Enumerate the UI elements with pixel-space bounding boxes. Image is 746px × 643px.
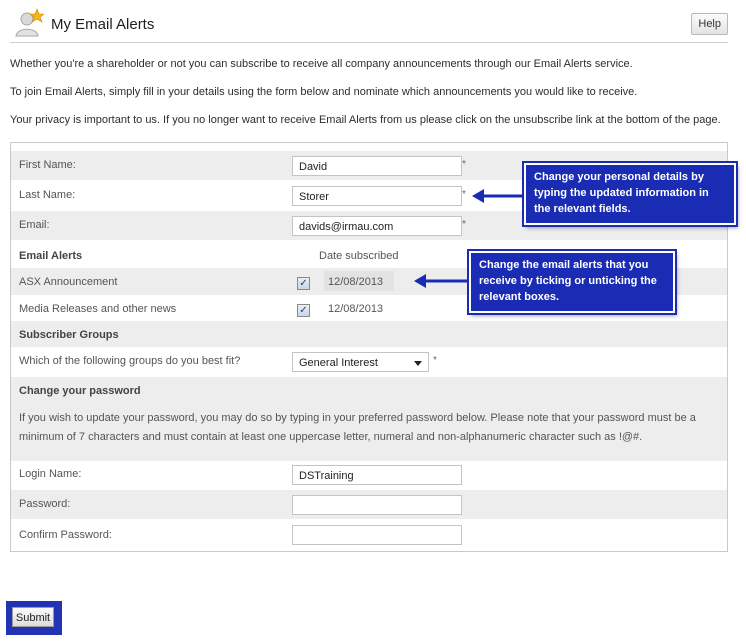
submit-button[interactable]: Submit (12, 607, 54, 627)
group-question-label: Which of the following groups do you bes… (19, 355, 241, 367)
login-name-label: Login Name: (19, 468, 82, 480)
group-select[interactable]: General Interest (292, 352, 429, 372)
last-name-label: Last Name: (19, 189, 76, 201)
email-label: Email: (19, 219, 50, 231)
user-star-icon (15, 8, 44, 37)
chevron-down-icon (414, 361, 422, 366)
password-input[interactable] (292, 495, 462, 515)
checkbox-icon[interactable]: ✓ (297, 304, 310, 317)
confirm-password-input[interactable] (292, 525, 462, 545)
confirm-password-label: Confirm Password: (19, 529, 112, 541)
subscriber-groups-heading: Subscriber Groups (19, 329, 119, 341)
last-name-input[interactable]: Storer (292, 186, 462, 206)
arrow-left-icon (414, 274, 468, 288)
intro-text-2: To join Email Alerts, simply fill in you… (10, 86, 638, 98)
required-mark: * (462, 189, 466, 200)
page-header: My Email Alerts Help (10, 6, 728, 43)
help-button[interactable]: Help (691, 13, 728, 35)
alert-date-asx: 12/08/2013 (328, 276, 384, 288)
email-alerts-heading: Email Alerts (19, 250, 83, 262)
intro-text-3: Your privacy is important to us. If you … (10, 114, 721, 126)
date-subscribed-header: Date subscribed (319, 250, 399, 262)
callout-alerts: Change the email alerts that you receive… (469, 251, 675, 313)
alert-label-asx: ASX Announcement (19, 276, 118, 288)
required-mark: * (433, 355, 437, 366)
change-password-heading: Change your password (19, 385, 141, 397)
submit-highlight: Submit (6, 601, 62, 635)
required-mark: * (462, 219, 466, 230)
arrow-left-icon (472, 189, 522, 203)
alert-date-media: 12/08/2013 (328, 303, 384, 315)
password-label: Password: (19, 498, 71, 510)
page-title: My Email Alerts (51, 16, 155, 33)
email-input[interactable]: davids@irmau.com (292, 216, 462, 236)
required-mark: * (462, 159, 466, 170)
checkbox-icon[interactable]: ✓ (297, 277, 310, 290)
intro-text-1: Whether you're a shareholder or not you … (10, 58, 633, 70)
first-name-label: First Name: (19, 159, 76, 171)
group-select-value: General Interest (299, 357, 378, 369)
password-description: If you wish to update your password, you… (19, 412, 696, 443)
first-name-input[interactable]: David (292, 156, 462, 176)
callout-personal: Change your personal details by typing t… (524, 163, 736, 225)
login-name-input[interactable]: DSTraining (292, 465, 462, 485)
alert-label-media: Media Releases and other news (19, 303, 177, 315)
